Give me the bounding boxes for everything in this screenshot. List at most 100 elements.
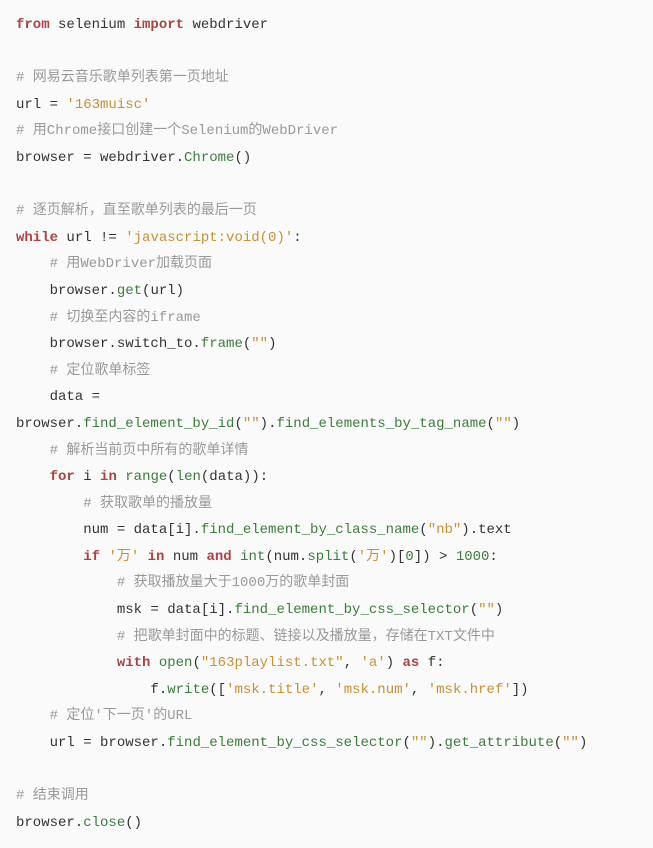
- code-text: [16, 655, 117, 671]
- keyword-and: and: [206, 549, 231, 565]
- code-text: :: [293, 230, 301, 246]
- code-text: )[: [389, 549, 406, 565]
- function-call: range: [125, 469, 167, 485]
- code-text: (: [243, 336, 251, 352]
- comment-line: # 获取歌单的播放量: [16, 496, 212, 512]
- code-text: (data)):: [201, 469, 268, 485]
- code-text: [117, 469, 125, 485]
- code-line: num = data[i].find_element_by_class_name…: [16, 522, 512, 538]
- code-text: url = browser.: [16, 735, 167, 751]
- code-text: ]) >: [414, 549, 456, 565]
- code-text: (: [554, 735, 562, 751]
- function-call: close: [83, 815, 125, 831]
- number-literal: 1000: [456, 549, 490, 565]
- comment-line: # 切换至内容的iframe: [16, 310, 201, 326]
- code-text: f:: [419, 655, 444, 671]
- comment-line: # 定位歌单标签: [16, 363, 150, 379]
- code-line: browser = webdriver.Chrome(): [16, 150, 251, 166]
- code-text: ): [495, 602, 503, 618]
- keyword-if: if: [83, 549, 100, 565]
- code-line: browser.find_element_by_id("").find_elem…: [16, 416, 520, 432]
- code-text: ]): [512, 682, 529, 698]
- code-line: browser.close(): [16, 815, 142, 831]
- code-text: browser.: [16, 815, 83, 831]
- comment-line: # 获取播放量大于1000万的歌单封面: [16, 575, 349, 591]
- code-line: data =: [16, 389, 100, 405]
- string-literal: "": [243, 416, 260, 432]
- keyword-for: for: [50, 469, 75, 485]
- comment-line: # 解析当前页中所有的歌单详情: [16, 443, 248, 459]
- comment-line: # 用Chrome接口创建一个Selenium的WebDriver: [16, 123, 338, 139]
- comment-line: # 结束调用: [16, 788, 89, 804]
- code-text: (: [402, 735, 410, 751]
- function-call: open: [159, 655, 193, 671]
- code-text: num: [164, 549, 206, 565]
- code-text: url =: [16, 97, 66, 113]
- code-text: [16, 549, 83, 565]
- code-text: browser.switch_to.: [16, 336, 201, 352]
- function-call: Chrome: [184, 150, 234, 166]
- code-text: browser = webdriver.: [16, 150, 184, 166]
- code-line: while url != 'javascript:void(0)':: [16, 230, 302, 246]
- code-text: ([: [209, 682, 226, 698]
- code-line: for i in range(len(data)):: [16, 469, 268, 485]
- function-call: find_elements_by_tag_name: [276, 416, 486, 432]
- code-text: msk = data[i].: [16, 602, 234, 618]
- code-line: msk = data[i].find_element_by_css_select…: [16, 602, 503, 618]
- comment-line: # 网易云音乐歌单列表第一页地址: [16, 70, 229, 86]
- string-literal: "": [251, 336, 268, 352]
- code-text: ).: [260, 416, 277, 432]
- function-call: find_element_by_class_name: [201, 522, 419, 538]
- code-text: url !=: [58, 230, 125, 246]
- code-line: from selenium import webdriver: [16, 17, 268, 33]
- comment-line: # 用WebDriver加载页面: [16, 256, 212, 272]
- code-text: ,: [318, 682, 335, 698]
- function-call: split: [307, 549, 349, 565]
- function-call: get_attribute: [445, 735, 554, 751]
- code-text: [150, 655, 158, 671]
- string-literal: "nb": [428, 522, 462, 538]
- code-text: (: [470, 602, 478, 618]
- string-literal: 'msk.num': [335, 682, 411, 698]
- code-block: from selenium import webdriver # 网易云音乐歌单…: [16, 12, 637, 836]
- function-call: get: [117, 283, 142, 299]
- import-name: webdriver: [184, 17, 268, 33]
- code-text: (: [234, 416, 242, 432]
- code-text: [232, 549, 240, 565]
- string-literal: "": [411, 735, 428, 751]
- function-call: find_element_by_css_selector: [167, 735, 402, 751]
- code-text: num = data[i].: [16, 522, 201, 538]
- function-call: len: [176, 469, 201, 485]
- code-line: url = '163muisc': [16, 97, 150, 113]
- keyword-in: in: [100, 469, 117, 485]
- keyword-with: with: [117, 655, 151, 671]
- string-literal: '163muisc': [66, 97, 150, 113]
- string-literal: 'a': [361, 655, 386, 671]
- string-literal: 'msk.title': [226, 682, 318, 698]
- code-text: (url): [142, 283, 184, 299]
- string-literal: '万': [108, 549, 139, 565]
- code-text: ,: [411, 682, 428, 698]
- code-text: ).: [428, 735, 445, 751]
- comment-line: # 把歌单封面中的标题、链接以及播放量，存储在TXT文件中: [16, 629, 495, 645]
- code-text: (: [487, 416, 495, 432]
- comment-line: # 逐页解析，直至歌单列表的最后一页: [16, 203, 257, 219]
- code-line: browser.get(url): [16, 283, 184, 299]
- code-text: ): [268, 336, 276, 352]
- code-text: (num.: [265, 549, 307, 565]
- code-text: ).text: [461, 522, 511, 538]
- keyword-as: as: [403, 655, 420, 671]
- keyword-in: in: [148, 549, 165, 565]
- code-text: ): [512, 416, 520, 432]
- function-call: frame: [201, 336, 243, 352]
- function-call: find_element_by_id: [83, 416, 234, 432]
- code-text: (): [234, 150, 251, 166]
- code-text: (: [419, 522, 427, 538]
- string-literal: 'javascript:void(0)': [125, 230, 293, 246]
- keyword-import: import: [134, 17, 184, 33]
- code-line: if '万' in num and int(num.split('万')[0])…: [16, 549, 498, 565]
- string-literal: "": [562, 735, 579, 751]
- code-text: browser.: [16, 416, 83, 432]
- code-text: ): [386, 655, 403, 671]
- string-literal: "": [495, 416, 512, 432]
